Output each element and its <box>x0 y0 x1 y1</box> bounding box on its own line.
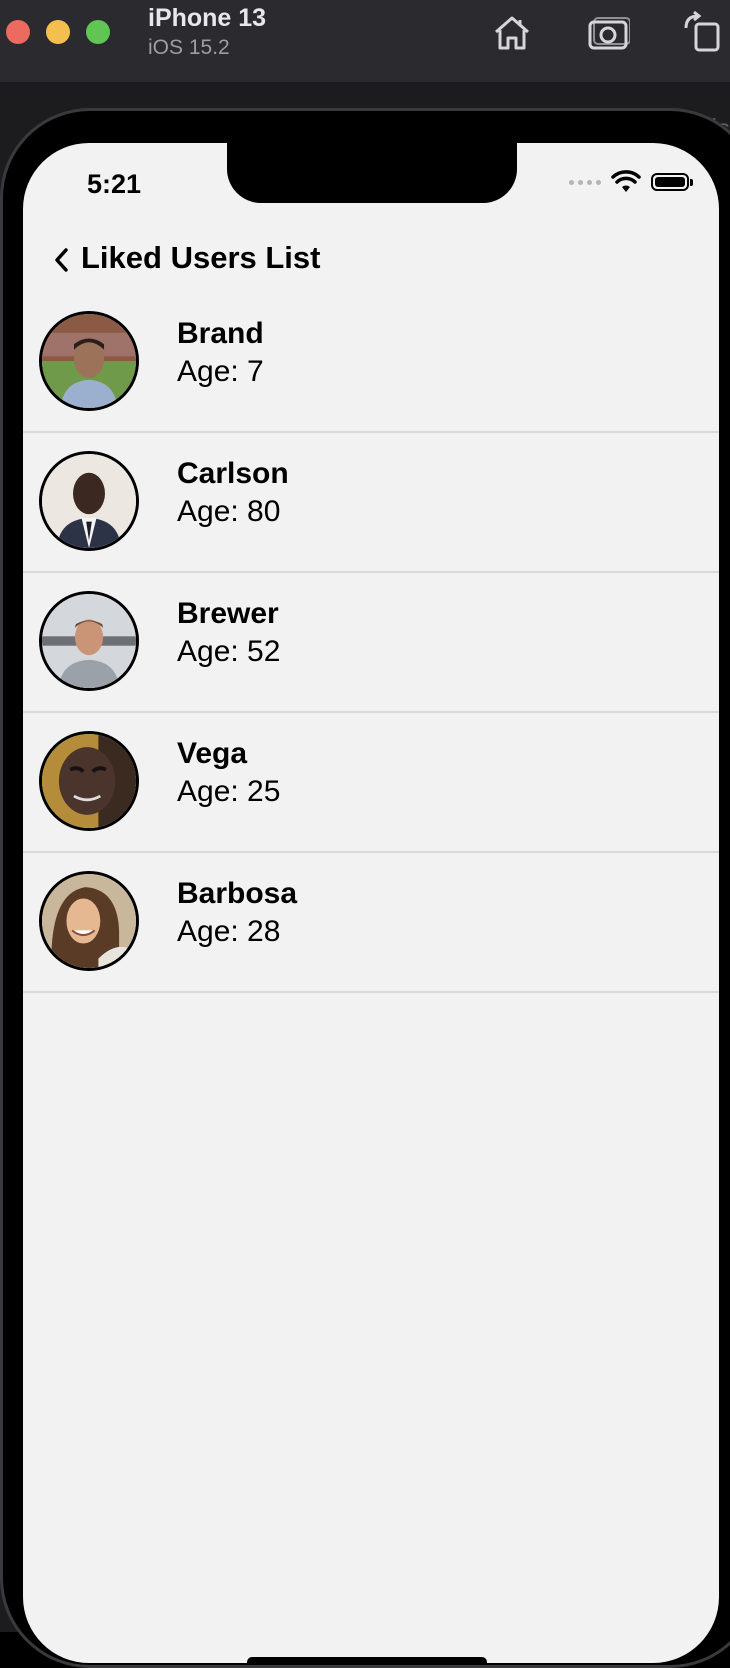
simulator-title-bar: iPhone 13 iOS 15.2 <box>0 0 730 83</box>
avatar <box>39 451 139 551</box>
minimize-window-button[interactable] <box>46 20 70 44</box>
user-name: Barbosa <box>177 877 298 910</box>
battery-icon <box>651 173 693 191</box>
status-indicators <box>569 167 693 197</box>
user-name: Brewer <box>177 597 279 630</box>
user-age: Age: 28 <box>177 915 281 948</box>
home-icon <box>495 16 529 50</box>
user-name: Carlson <box>177 457 289 490</box>
user-age: Age: 52 <box>177 635 281 668</box>
home-indicator <box>247 1657 487 1663</box>
page-title: Liked Users List <box>81 240 321 275</box>
avatar <box>39 731 139 831</box>
user-name: Vega <box>177 737 248 770</box>
phone-screen: 5:21 Liked Users List Brand Age: 7 Carls… <box>23 143 719 1663</box>
status-time: 5:21 <box>87 169 142 199</box>
back-button[interactable] <box>47 242 77 278</box>
rotate-icon <box>684 10 720 52</box>
avatar <box>39 591 139 691</box>
list-item[interactable]: Barbosa Age: 28 <box>23 853 719 993</box>
chevron-left-icon <box>55 248 68 272</box>
list-item[interactable]: Brewer Age: 52 <box>23 573 719 713</box>
screenshot-button[interactable] <box>586 10 631 54</box>
liked-users-list: Brand Age: 7 Carlson Age: 80 Brewer Age:… <box>23 293 719 993</box>
home-button[interactable] <box>490 10 534 54</box>
camera-icon <box>588 17 631 50</box>
close-window-button[interactable] <box>6 20 30 44</box>
cellular-signal-icon <box>569 179 601 185</box>
user-age: Age: 25 <box>177 775 281 808</box>
os-version: iOS 15.2 <box>148 36 230 59</box>
list-item[interactable]: Vega Age: 25 <box>23 713 719 853</box>
rotate-button[interactable] <box>680 10 724 54</box>
avatar <box>39 871 139 971</box>
user-name: Brand <box>177 317 264 350</box>
device-name: iPhone 13 <box>148 4 267 32</box>
user-age: Age: 7 <box>177 355 264 388</box>
wifi-icon <box>611 170 641 192</box>
notch <box>227 143 517 203</box>
list-item[interactable]: Brand Age: 7 <box>23 293 719 433</box>
zoom-window-button[interactable] <box>86 20 110 44</box>
avatar <box>39 311 139 411</box>
list-item[interactable]: Carlson Age: 80 <box>23 433 719 573</box>
navigation-bar: Liked Users List <box>23 238 719 282</box>
user-age: Age: 80 <box>177 495 281 528</box>
